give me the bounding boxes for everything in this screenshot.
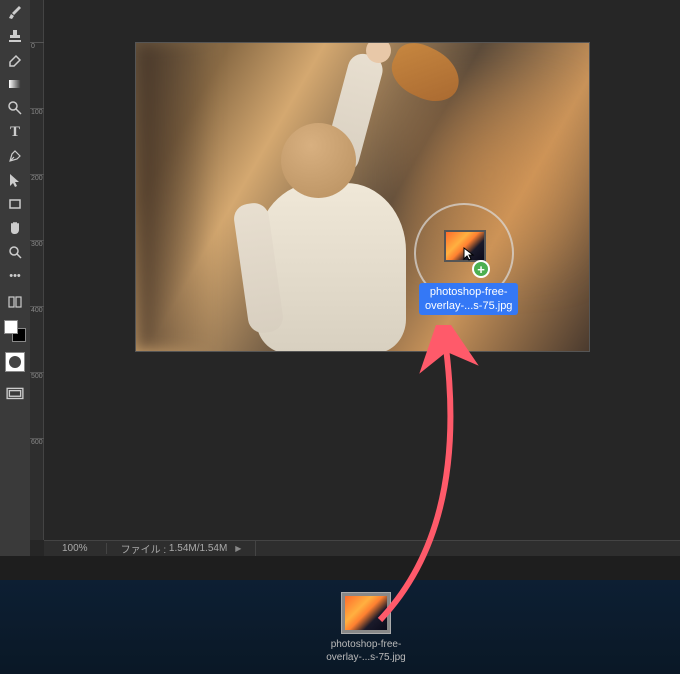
photo-content [136, 43, 589, 351]
zoom-tool[interactable] [4, 242, 26, 262]
zoom-level[interactable]: 100% [44, 543, 107, 554]
hand-tool[interactable] [4, 218, 26, 238]
drag-drop-overlay: + photoshop-free-overlay-...s-75.jpg [414, 218, 514, 318]
file-size-display[interactable]: ファイル : 1.54M/1.54M ▶ [107, 541, 257, 556]
dodge-tool[interactable] [4, 98, 26, 118]
ruler-tick: 500 [30, 372, 44, 380]
eraser-tool[interactable] [4, 50, 26, 70]
mixer-brush-tool[interactable] [4, 2, 26, 22]
document-canvas[interactable] [135, 42, 590, 352]
color-swatches[interactable] [4, 320, 26, 342]
ruler-tick: 100 [30, 108, 44, 116]
edit-toolbar-icon[interactable] [4, 292, 26, 312]
file-thumbnail [341, 592, 391, 634]
photoshop-window: T ••• 0 [0, 0, 680, 580]
ruler-tick: 0 [30, 42, 44, 50]
ruler-tick: 400 [30, 306, 44, 314]
window-bottom-bar [0, 556, 680, 580]
gradient-tool[interactable] [4, 74, 26, 94]
stamp-tool[interactable] [4, 26, 26, 46]
tools-panel: T ••• [0, 0, 30, 580]
ruler-tick: 200 [30, 174, 44, 182]
ruler-tick: 300 [30, 240, 44, 248]
desktop-background[interactable]: photoshop-free-overlay-...s-75.jpg [0, 580, 680, 674]
path-selection-tool[interactable] [4, 170, 26, 190]
chevron-right-icon: ▶ [235, 544, 241, 553]
foreground-color-swatch[interactable] [4, 320, 18, 334]
screen-mode-toggle[interactable] [5, 386, 25, 402]
status-bar: 100% ファイル : 1.54M/1.54M ▶ [44, 540, 680, 556]
file-name-label: photoshop-free-overlay-...s-75.jpg [326, 638, 405, 664]
ruler-tick: 600 [30, 438, 44, 446]
more-tools[interactable]: ••• [4, 266, 26, 286]
quick-mask-toggle[interactable] [5, 352, 25, 372]
dragged-filename-label: photoshop-free-overlay-...s-75.jpg [419, 283, 518, 315]
pen-tool[interactable] [4, 146, 26, 166]
shape-tool[interactable] [4, 194, 26, 214]
desktop-file-item[interactable]: photoshop-free-overlay-...s-75.jpg [306, 592, 426, 664]
canvas-area[interactable]: + photoshop-free-overlay-...s-75.jpg [44, 0, 680, 540]
type-tool[interactable]: T [4, 122, 26, 142]
drop-plus-badge: + [472, 260, 490, 278]
vertical-ruler[interactable]: 0 100 200 300 400 500 600 [30, 0, 44, 540]
